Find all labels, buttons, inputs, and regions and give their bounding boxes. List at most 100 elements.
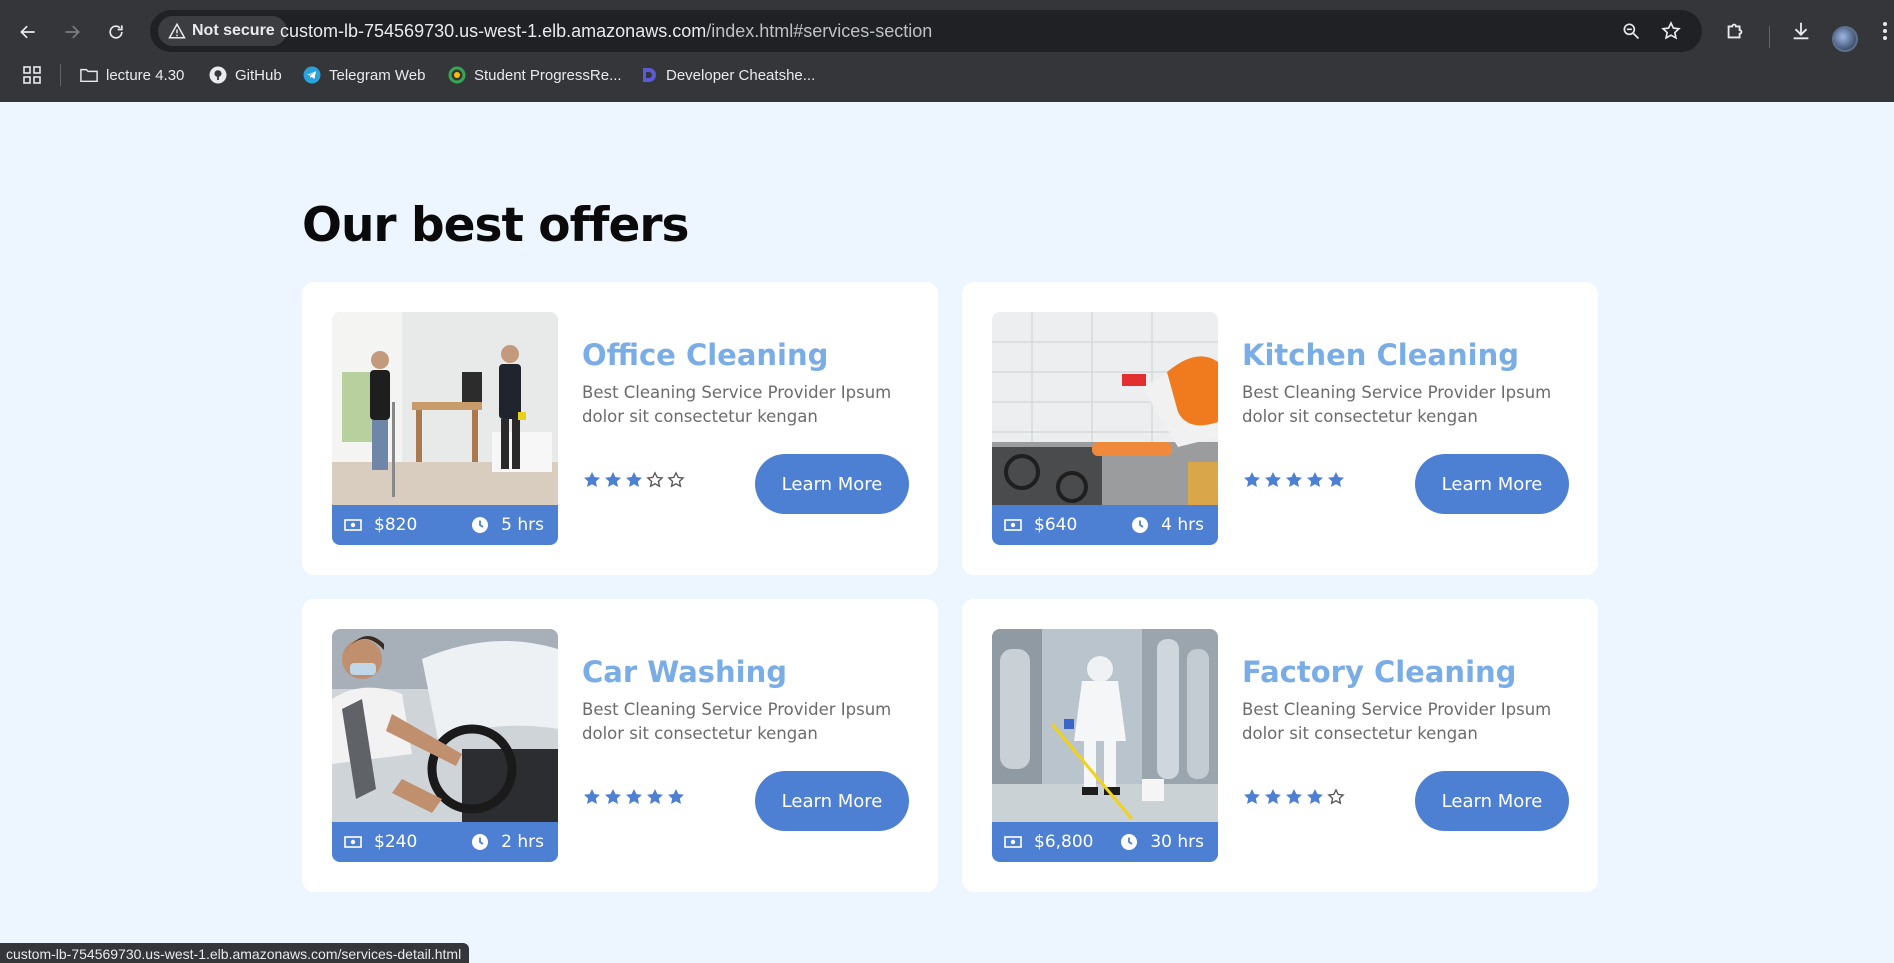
- money-icon: [1004, 833, 1022, 851]
- offer-duration: 5 hrs: [501, 515, 544, 535]
- offer-duration: 2 hrs: [501, 832, 544, 852]
- offer-image: $640 4 hrs: [992, 312, 1218, 545]
- download-icon: [1793, 22, 1809, 40]
- bookmark-label: Student ProgressRe...: [474, 66, 622, 84]
- address-bar[interactable]: Not secure custom-lb-754569730.us-west-1…: [150, 10, 1702, 52]
- profile-avatar[interactable]: [1832, 26, 1858, 52]
- url-text[interactable]: custom-lb-754569730.us-west-1.elb.amazon…: [280, 21, 932, 42]
- star-filled-icon: [582, 470, 602, 490]
- bookmark-star-button[interactable]: [1660, 20, 1682, 42]
- reload-button[interactable]: [100, 16, 132, 48]
- bookmark-student-progress[interactable]: Student ProgressRe...: [448, 60, 622, 90]
- offer-title[interactable]: Kitchen Cleaning: [1242, 338, 1519, 372]
- star-filled-icon: [1284, 470, 1304, 490]
- offer-image: $240 2 hrs: [332, 629, 558, 862]
- warning-icon: [168, 22, 186, 39]
- star-empty-icon: [666, 470, 686, 490]
- star-filled-icon: [645, 787, 665, 807]
- office-cleaning-photo: [332, 312, 558, 505]
- zoom-button[interactable]: [1620, 20, 1642, 42]
- rating-stars: [582, 787, 686, 807]
- star-filled-icon: [1305, 470, 1325, 490]
- bookmark-lecture[interactable]: lecture 4.30: [80, 60, 184, 90]
- cheatsheet-icon: [640, 66, 658, 84]
- bookmark-label: Developer Cheatshe...: [666, 66, 816, 84]
- bookmarks-bar: lecture 4.30 GitHub Telegram Web Student…: [0, 58, 1894, 92]
- rating-stars: [582, 470, 686, 490]
- downloads-button[interactable]: [1786, 16, 1816, 46]
- star-filled-icon: [1326, 470, 1346, 490]
- star-filled-icon: [1305, 787, 1325, 807]
- security-label: Not secure: [192, 22, 275, 39]
- arrow-left-icon: [20, 25, 35, 39]
- star-filled-icon: [582, 787, 602, 807]
- offer-meta-bar: $640 4 hrs: [992, 505, 1218, 545]
- clock-icon: [471, 833, 489, 851]
- offer-meta-bar: $240 2 hrs: [332, 822, 558, 862]
- bookmark-telegram[interactable]: Telegram Web: [303, 60, 425, 90]
- offer-title[interactable]: Office Cleaning: [582, 338, 828, 372]
- star-filled-icon: [603, 470, 623, 490]
- offer-title[interactable]: Factory Cleaning: [1242, 655, 1516, 689]
- forward-button[interactable]: [56, 16, 88, 48]
- learn-more-button[interactable]: Learn More: [1415, 454, 1569, 514]
- star-filled-icon: [666, 787, 686, 807]
- offer-card: $820 5 hrs Office Cleaning Best Cleaning…: [302, 282, 938, 575]
- zoom-icon: [1623, 23, 1640, 40]
- link-status-bubble: custom-lb-754569730.us-west-1.elb.amazon…: [0, 943, 470, 963]
- star-filled-icon: [1263, 470, 1283, 490]
- learn-more-button[interactable]: Learn More: [755, 771, 909, 831]
- star-filled-icon: [1242, 787, 1262, 807]
- bookmark-developer-cheatsheet[interactable]: Developer Cheatshe...: [640, 60, 815, 90]
- learn-more-button[interactable]: Learn More: [755, 454, 909, 514]
- section-title: Our best offers: [302, 198, 689, 253]
- offer-meta-bar: $820 5 hrs: [332, 505, 558, 545]
- clock-icon: [471, 516, 489, 534]
- clock-icon: [1131, 516, 1149, 534]
- bookmarks-separator: [60, 64, 61, 86]
- offer-card: $640 4 hrs Kitchen Cleaning Best Cleanin…: [962, 282, 1598, 575]
- puzzle-icon: [1727, 23, 1743, 39]
- rating-stars: [1242, 470, 1346, 490]
- offer-description: Best Cleaning Service Provider Ipsum dol…: [1242, 700, 1552, 743]
- url-path: /index.html#services-section: [706, 21, 933, 41]
- security-chip[interactable]: Not secure: [158, 16, 287, 46]
- star-outline-icon: [1661, 21, 1681, 40]
- star-filled-icon: [1242, 470, 1262, 490]
- star-filled-icon: [624, 470, 644, 490]
- learn-more-button[interactable]: Learn More: [1415, 771, 1569, 831]
- extensions-button[interactable]: [1720, 16, 1750, 46]
- offer-price: $6,800: [1034, 832, 1094, 852]
- star-filled-icon: [1284, 787, 1304, 807]
- offer-title[interactable]: Car Washing: [582, 655, 787, 689]
- github-icon: [209, 66, 227, 84]
- star-empty-icon: [1326, 787, 1346, 807]
- offer-image: $6,800 30 hrs: [992, 629, 1218, 862]
- offer-duration: 4 hrs: [1161, 515, 1204, 535]
- factory-cleaning-photo: [992, 629, 1218, 822]
- money-icon: [1004, 516, 1022, 534]
- url-host: custom-lb-754569730.us-west-1.elb.amazon…: [280, 21, 707, 41]
- bookmark-github[interactable]: GitHub: [209, 60, 282, 90]
- car-washing-photo: [332, 629, 558, 822]
- bookmark-label: GitHub: [235, 66, 282, 84]
- offer-price: $820: [374, 515, 418, 535]
- menu-button[interactable]: [1876, 16, 1894, 46]
- offer-duration: 30 hrs: [1150, 832, 1204, 852]
- back-button[interactable]: [12, 16, 44, 48]
- folder-icon: [80, 66, 98, 84]
- star-filled-icon: [603, 787, 623, 807]
- telegram-icon: [303, 66, 321, 84]
- offer-description: Best Cleaning Service Provider Ipsum dol…: [1242, 383, 1552, 426]
- clock-icon: [1120, 833, 1138, 851]
- offer-card: $240 2 hrs Car Washing Best Cleaning Ser…: [302, 599, 938, 892]
- more-vertical-icon: [1883, 22, 1887, 40]
- offer-card: $6,800 30 hrs Factory Cleaning Best Clea…: [962, 599, 1598, 892]
- offer-description: Best Cleaning Service Provider Ipsum dol…: [582, 383, 892, 426]
- apps-button[interactable]: [22, 60, 42, 90]
- kitchen-cleaning-photo: [992, 312, 1218, 505]
- reload-icon: [109, 25, 123, 39]
- progress-report-icon: [448, 66, 466, 84]
- offer-description: Best Cleaning Service Provider Ipsum dol…: [582, 700, 892, 743]
- offer-price: $240: [374, 832, 418, 852]
